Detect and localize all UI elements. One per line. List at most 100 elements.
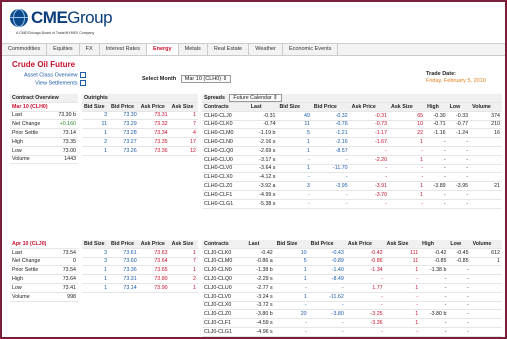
ask-size[interactable]: 1 xyxy=(389,155,426,165)
bid-price[interactable]: -0.89 xyxy=(308,257,346,267)
ask-price[interactable]: 73.32 xyxy=(138,119,170,130)
ask-size[interactable]: 7 xyxy=(169,257,198,267)
ask-size[interactable]: 10 xyxy=(389,120,426,130)
ask-size[interactable]: 1 xyxy=(389,190,426,200)
bid-price[interactable]: 73.29 xyxy=(109,119,139,130)
spreads-select[interactable]: Future Calendar ⇕ xyxy=(229,94,282,102)
spread-row[interactable]: CLJ0-CLX0 -3.72 s------ xyxy=(202,301,502,311)
nav-equities[interactable]: Equities xyxy=(47,44,80,55)
bid-price[interactable]: -11.70 xyxy=(311,164,350,174)
outright-row[interactable]: 1 73.36 73.65 1 xyxy=(82,265,198,276)
spread-row[interactable]: CLJ0-CLK0 -0.42 10 -0.43 -0.42 111 -0.42 -0.45 6… xyxy=(202,248,502,258)
ask-size[interactable]: 1 xyxy=(384,283,421,293)
ask-price[interactable]: 73.64 xyxy=(138,257,170,267)
outright-row[interactable]: 1 73.31 73.80 2 xyxy=(82,274,198,284)
ask-size[interactable]: 1 xyxy=(384,318,421,328)
bid-price[interactable]: -2.16 xyxy=(311,137,350,147)
ask-price[interactable]: 73.31 xyxy=(138,111,170,121)
bid-size[interactable]: - xyxy=(277,190,312,200)
bid-size[interactable]: 3 xyxy=(277,181,312,191)
ask-price[interactable]: -0.73 xyxy=(349,120,390,130)
outright-row[interactable]: 3 73.30 73.31 1 xyxy=(82,111,198,121)
ask-size[interactable]: - xyxy=(384,274,421,284)
bid-size[interactable]: 10 xyxy=(274,248,309,258)
ask-price[interactable]: -3.91 xyxy=(349,181,390,191)
ask-price[interactable]: 73.65 xyxy=(138,265,170,276)
bid-price[interactable]: 73.30 xyxy=(109,111,139,121)
ask-price[interactable]: -1.67 xyxy=(349,137,390,147)
bid-size[interactable]: 1 xyxy=(82,128,110,138)
ask-price[interactable]: -0.86 xyxy=(345,257,385,267)
spread-row[interactable]: CLH0-CLK0 -0.74 11 -0.76 -0.73 10 -0.71 -0.77 21… xyxy=(202,120,502,130)
bid-size[interactable]: 1 xyxy=(277,164,312,174)
ask-price[interactable]: 73.35 xyxy=(138,137,170,147)
bid-price[interactable]: - xyxy=(311,172,350,183)
bid-size[interactable]: 1 xyxy=(274,292,309,302)
bid-price[interactable]: -0.76 xyxy=(311,120,350,130)
view-settlements-link[interactable]: View Settlements xyxy=(24,79,86,88)
asset-class-overview-link[interactable]: Asset Class Overview xyxy=(24,72,86,80)
bid-price[interactable]: 73.14 xyxy=(109,283,139,293)
ask-size[interactable]: 12 xyxy=(169,146,198,156)
bid-size[interactable]: 1 xyxy=(82,283,110,293)
bid-size[interactable]: 1 xyxy=(277,146,312,156)
bid-price[interactable]: - xyxy=(311,199,350,209)
bid-size[interactable]: 3 xyxy=(82,257,110,267)
ask-size[interactable]: 2 xyxy=(169,274,198,284)
bid-price[interactable]: -8.49 xyxy=(308,274,346,284)
bid-size[interactable]: - xyxy=(274,327,309,337)
outright-row[interactable]: 1 73.28 73.34 4 xyxy=(82,128,198,138)
spread-row[interactable]: CLH0-CLQ0 -2.69 s 1 -8.57- - - - xyxy=(202,146,502,156)
bid-price[interactable]: - xyxy=(311,155,350,165)
spread-row[interactable]: CLJ0-CLV0 -3.24 s 1 -11.62- - - - xyxy=(202,292,502,302)
ask-price[interactable]: -3.36 xyxy=(345,318,385,328)
bid-size[interactable]: - xyxy=(274,283,309,293)
ask-size[interactable]: 22 xyxy=(389,128,426,139)
spread-row[interactable]: CLJ0-CLN0 -1.38 b 1 -1.40 -1.34 1 -1.38 b- xyxy=(202,265,502,276)
bid-size[interactable]: 5 xyxy=(274,257,309,267)
ask-price[interactable]: 73.36 xyxy=(138,146,170,156)
ask-size[interactable]: 1 xyxy=(169,265,198,276)
ask-price[interactable]: -3.25 xyxy=(345,309,385,320)
spread-row[interactable]: CLJ0-CLM0 -0.86 a 5 -0.89 -0.86 11 -0.85 -0.85 1 xyxy=(202,257,502,267)
ask-price[interactable]: - xyxy=(345,274,385,284)
bid-price[interactable]: 73.61 xyxy=(109,248,139,258)
bid-size[interactable]: 1 xyxy=(82,274,110,284)
bid-size[interactable]: 20 xyxy=(274,309,309,320)
bid-price[interactable]: -3.95 xyxy=(311,181,350,191)
ask-size[interactable]: 65 xyxy=(389,111,426,121)
bid-price[interactable]: - xyxy=(308,283,346,293)
bid-price[interactable]: 73.27 xyxy=(109,137,139,147)
ask-price[interactable]: -1.34 xyxy=(345,265,385,276)
nav-fx[interactable]: FX xyxy=(80,44,100,55)
bid-price[interactable]: -1.40 xyxy=(308,265,346,276)
month-select[interactable]: Mar 10 (CLH0) ⇕ xyxy=(180,75,232,83)
outright-row[interactable]: 11 73.29 73.32 7 xyxy=(82,119,198,130)
ask-size[interactable]: 111 xyxy=(384,248,421,258)
outright-row[interactable]: 1 73.26 73.36 12 xyxy=(82,146,198,156)
outright-row[interactable]: 2 73.27 73.35 17 xyxy=(82,137,198,147)
ask-price[interactable]: - xyxy=(349,172,390,183)
ask-size[interactable]: 1 xyxy=(389,137,426,147)
bid-size[interactable]: 1 xyxy=(274,274,309,284)
outright-row[interactable]: 1 73.14 73.90 1 xyxy=(82,283,198,293)
ask-price[interactable]: 73.34 xyxy=(138,128,170,138)
bid-price[interactable]: -0.43 xyxy=(308,248,346,258)
bid-size[interactable]: 5 xyxy=(277,128,312,139)
outright-row[interactable]: 3 73.60 73.64 7 xyxy=(82,257,198,267)
ask-size[interactable]: 1 xyxy=(169,248,198,258)
spread-row[interactable]: CLJ0-CLZ0 -3.80 b 20 -3.80 -3.25 1 -3.80 b- xyxy=(202,309,502,320)
ask-size[interactable]: - xyxy=(384,327,421,337)
bid-price[interactable]: -3.80 xyxy=(308,309,346,320)
bid-size[interactable]: 3 xyxy=(82,248,110,258)
ask-size[interactable]: - xyxy=(384,301,421,311)
ask-price[interactable]: - xyxy=(349,199,390,209)
bid-price[interactable]: - xyxy=(308,318,346,328)
spread-row[interactable]: CLH0-CLG1 -5.38 s------ xyxy=(202,199,502,209)
ask-price[interactable]: 1.77 xyxy=(345,283,385,293)
ask-price[interactable]: - xyxy=(345,292,385,302)
bid-price[interactable]: -0.32 xyxy=(311,111,350,121)
spread-row[interactable]: CLH0-CLX0 -4.12 s------ xyxy=(202,172,502,183)
spread-row[interactable]: CLJ0-CLF1 -4.59 s - - -3.36 1- - xyxy=(202,318,502,328)
spread-row[interactable]: CLJ0-CLU0 -2.77 s - -1.77 1- - xyxy=(202,283,502,293)
